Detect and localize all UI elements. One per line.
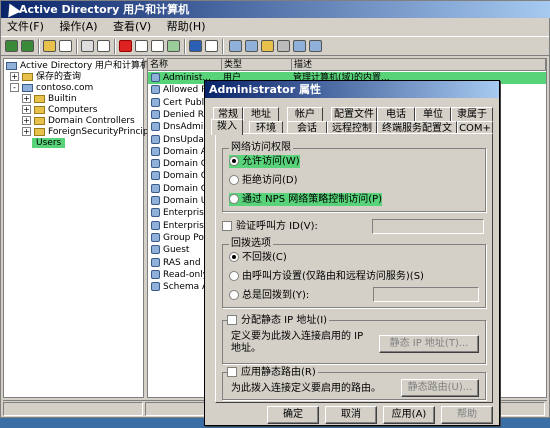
menu-view[interactable]: 查看(V) [107, 18, 157, 36]
ok-button[interactable]: 确定 [267, 406, 319, 424]
delete-icon[interactable] [119, 40, 132, 52]
user-icon [151, 85, 160, 95]
static-ip-description: 定义要为此拨入连接启用的 IP 地址。 [231, 331, 364, 354]
user-icon [151, 109, 160, 119]
domain-icon [22, 83, 33, 92]
help-icon[interactable] [189, 40, 202, 52]
user-icon [151, 220, 160, 230]
user-icon [151, 183, 160, 193]
static-route-group: 应用静态路由(R) 为此拨入连接定义要启用的路由。 静态路由(U)... [222, 366, 486, 400]
user-icon [151, 208, 160, 218]
static-route-checkbox[interactable]: 应用静态路由(R) [227, 366, 318, 379]
dial-in-panel: 网络访问权限 允许访问(W) 拒绝访问(D) 通过 NPS 网络策略控制访问(P… [215, 133, 493, 403]
tab-account[interactable]: 帐户 [287, 107, 323, 121]
apply-button[interactable]: 应用(A) [383, 406, 435, 424]
menu-action[interactable]: 操作(A) [53, 18, 103, 36]
user-icon [151, 122, 160, 132]
filter-icon[interactable] [277, 40, 290, 52]
forward-icon[interactable] [21, 40, 34, 52]
show-tree-icon[interactable] [59, 40, 72, 52]
export-icon[interactable] [167, 40, 180, 52]
tab-telephone[interactable]: 电话 [377, 107, 415, 121]
user-icon [151, 269, 160, 279]
callback-group: 回拨选项 不回拨(C) 由呼叫方设置(仅路由和远程访问服务)(S) 总是回拨到(… [222, 238, 486, 308]
user-icon [151, 196, 160, 205]
callback-number-field[interactable] [373, 287, 479, 302]
column-header-desc[interactable]: 描述 [292, 59, 546, 71]
new-user-icon[interactable] [229, 40, 242, 52]
static-ip-button[interactable]: 静态 IP 地址(T)... [379, 335, 479, 353]
tree-item-users[interactable]: Users [32, 137, 82, 149]
window-title: Active Directory 用户和计算机 [1, 1, 550, 18]
static-ip-group: 分配静态 IP 地址(I) 定义要为此拨入连接启用的 IP 地址。 静态 IP … [222, 314, 486, 364]
static-route-description: 为此拨入连接定义要启用的路由。 [231, 383, 381, 394]
toolbar-separator [222, 39, 224, 54]
user-icon [151, 282, 160, 292]
column-header-type[interactable]: 类型 [222, 59, 292, 71]
dialog-title: Administrator 属性 [205, 81, 499, 98]
find-icon[interactable] [293, 40, 306, 52]
user-icon [151, 73, 160, 82]
cut-icon[interactable] [81, 40, 94, 52]
tab-dial-in[interactable]: 拨入 [211, 119, 243, 135]
user-icon [151, 159, 160, 169]
static-ip-checkbox[interactable]: 分配静态 IP 地址(I) [227, 314, 330, 327]
user-icon [151, 245, 160, 255]
ou-folder-icon [34, 116, 45, 125]
tree-pane: Active Directory 用户和计算机 + 保存的查询 - contoso.… [3, 58, 149, 398]
toolbar [1, 36, 549, 56]
up-folder-icon[interactable] [43, 40, 56, 52]
menu-help[interactable]: 帮助(H) [161, 18, 212, 36]
user-icon [151, 257, 160, 267]
caller-set-radio[interactable]: 由呼叫方设置(仅路由和远程访问服务)(S) [229, 270, 424, 283]
folder-icon [34, 94, 45, 103]
properties-icon[interactable] [135, 40, 148, 52]
menu-bar: 文件(F) 操作(A) 查看(V) 帮助(H) [1, 18, 549, 36]
back-icon[interactable] [5, 40, 18, 52]
toolbar-separator [114, 39, 116, 54]
menu-file[interactable]: 文件(F) [1, 18, 50, 36]
network-access-group: 网络访问权限 允许访问(W) 拒绝访问(D) 通过 NPS 网络策略控制访问(P… [222, 142, 486, 212]
user-icon [151, 97, 160, 107]
caller-id-field[interactable] [372, 219, 484, 234]
new-group-icon[interactable] [245, 40, 258, 52]
user-icon [151, 171, 160, 181]
column-header-name[interactable]: 名称 [148, 59, 222, 71]
static-route-button[interactable]: 静态路由(U)... [401, 379, 479, 397]
user-icon [151, 134, 160, 144]
status-pane-1 [3, 402, 143, 416]
network-access-label: 网络访问权限 [229, 142, 293, 154]
folder-icon [22, 72, 33, 81]
tab-address[interactable]: 地址 [243, 107, 279, 121]
add-to-group-icon[interactable] [309, 40, 322, 52]
no-callback-radio[interactable]: 不回拨(C) [229, 251, 287, 264]
toolbar-separator [76, 39, 78, 54]
verify-caller-checkbox[interactable]: 验证呼叫方 ID(V): [222, 220, 318, 233]
user-icon [151, 232, 160, 242]
folder-icon [34, 105, 45, 114]
new-ou-icon[interactable] [261, 40, 274, 52]
always-callback-radio[interactable]: 总是回拨到(Y): [229, 289, 309, 302]
user-icon [151, 146, 160, 156]
callback-label: 回拨选项 [229, 238, 273, 250]
allow-access-radio[interactable]: 允许访问(W) [229, 155, 300, 168]
deny-access-radio[interactable]: 拒绝访问(D) [229, 174, 298, 187]
tab-member-of[interactable]: 隶属于 [451, 107, 493, 121]
cancel-button[interactable]: 取消 [325, 406, 377, 424]
properties-dialog: Administrator 属性 常规 地址 帐户 配置文件 电话 单位 隶属于… [204, 80, 500, 426]
folder-icon [34, 127, 45, 136]
tab-profile[interactable]: 配置文件 [331, 107, 377, 121]
copy-icon[interactable] [97, 40, 110, 52]
refresh-icon[interactable] [151, 40, 164, 52]
ad-icon [6, 61, 17, 70]
toolbar-separator [184, 39, 186, 54]
toolbar-separator [38, 39, 40, 54]
console-icon[interactable] [205, 40, 218, 52]
help-button[interactable]: 帮助 [441, 406, 493, 424]
tab-organization[interactable]: 单位 [415, 107, 451, 121]
nps-control-radio[interactable]: 通过 NPS 网络策略控制访问(P) [229, 193, 383, 206]
